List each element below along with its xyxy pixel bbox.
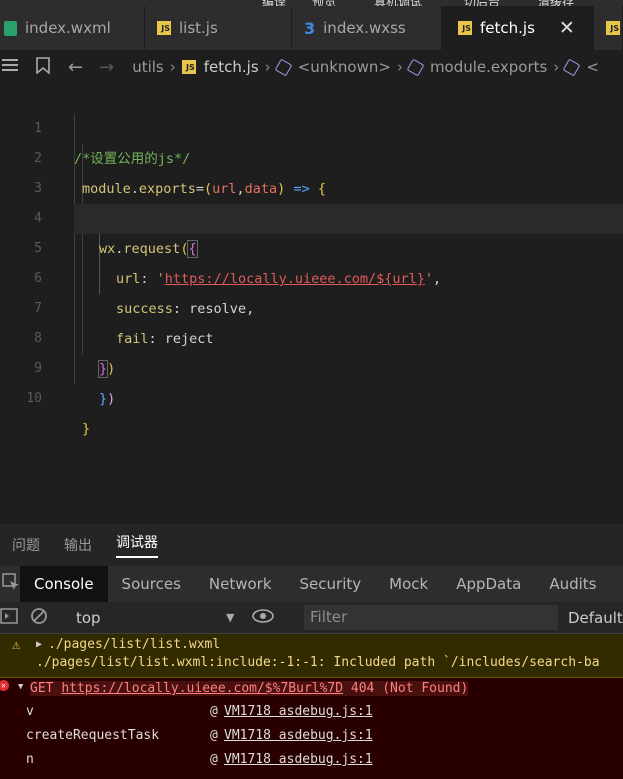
module-cube-icon	[562, 58, 581, 76]
tab-debugger[interactable]: 调试器	[116, 532, 158, 558]
breadcrumb: ← → utils › JS fetch.js › <unknown> › mo…	[0, 50, 623, 84]
filter-input[interactable]: Filter	[304, 605, 558, 630]
devtools-tab-security[interactable]: Security	[286, 566, 376, 602]
chevron-right-icon: ›	[264, 58, 271, 76]
stack-at: @	[210, 752, 218, 767]
editor-tab-bar: index.wxml JS list.js 3 index.wxss JS fe…	[0, 6, 623, 50]
module-cube-icon	[406, 58, 425, 76]
tab-fetch-js[interactable]: JS fetch.js ✕	[442, 6, 594, 50]
expand-arrow-icon[interactable]: ▶	[36, 639, 42, 650]
code-line: 9 })	[0, 324, 623, 407]
eye-icon[interactable]	[252, 608, 294, 627]
devtools-tab-overflow[interactable]: Se	[610, 566, 623, 602]
stack-source-link[interactable]: VM1718 asdebug.js:1	[224, 728, 373, 743]
devtools-tab-console[interactable]: Console	[20, 566, 108, 602]
breadcrumb-next[interactable]: <	[586, 58, 599, 76]
chevron-right-icon: ›	[396, 58, 403, 76]
warning-icon: ⚠	[12, 637, 21, 653]
code-editor[interactable]: 1 /*设置公用的js*/ 2 module.exports=(url,data…	[0, 84, 623, 524]
bookmark-icon[interactable]	[36, 56, 50, 78]
code-line: 1 /*设置公用的js*/	[0, 84, 623, 167]
tab-label: list.js	[179, 19, 218, 37]
inspect-element-icon[interactable]	[0, 573, 20, 595]
stack-source-link[interactable]: VM1718 asdebug.js:1	[224, 752, 373, 767]
error-status: 404 (Not Found)	[350, 681, 469, 696]
console-output: ⚠ ▶ ./pages/list/list.wxml ./pages/list/…	[0, 634, 623, 779]
tab-overflow[interactable]: JS	[594, 6, 623, 50]
console-toolbar: top ▼ Filter Default l	[0, 602, 623, 634]
error-message: GET https://locally.uieee.com/$%7Burl%7D…	[30, 681, 469, 696]
tab-list-js[interactable]: JS list.js	[145, 6, 292, 50]
code-text: }	[82, 421, 91, 437]
code-line: 8 })	[0, 294, 623, 378]
module-cube-icon	[274, 58, 293, 76]
breadcrumb-module-exports[interactable]: module.exports	[430, 58, 547, 76]
console-warning: ⚠ ▶ ./pages/list/list.wxml ./pages/list/…	[0, 634, 623, 678]
close-icon[interactable]: ✕	[559, 17, 575, 39]
code-line-current: 5 url: 'https://locally.uieee.com/${url}…	[34, 204, 623, 287]
back-arrow-icon[interactable]: ←	[68, 57, 83, 78]
error-method: GET	[30, 681, 54, 696]
error-url-link[interactable]: https://locally.uieee.com/$%7Burl%7D	[61, 681, 343, 696]
js-file-icon: JS	[157, 21, 171, 35]
error-icon: ✕	[0, 680, 9, 691]
breadcrumb-fetch-js[interactable]: fetch.js	[204, 58, 259, 76]
js-file-icon: JS	[606, 21, 620, 35]
stack-fn: v	[26, 704, 34, 719]
code-text: })	[99, 391, 116, 407]
code-line: 2 module.exports=(url,data) => {	[0, 114, 623, 197]
css-file-icon: 3	[304, 18, 316, 38]
forward-arrow-icon[interactable]: →	[99, 57, 114, 78]
tab-label: index.wxml	[25, 19, 111, 37]
stack-at: @	[210, 728, 218, 743]
tab-label: fetch.js	[480, 19, 535, 37]
warning-line-1[interactable]: ./pages/list/list.wxml	[48, 637, 220, 652]
line-number: 10	[26, 391, 42, 406]
context-select[interactable]: top	[76, 609, 226, 627]
stack-fn: createRequestTask	[26, 728, 160, 743]
devtools-tab-sources[interactable]: Sources	[108, 566, 195, 602]
menu-icon[interactable]	[2, 58, 18, 76]
line-number: 4	[34, 211, 42, 226]
breadcrumb-unknown[interactable]: <unknown>	[298, 58, 391, 76]
devtools-tab-network[interactable]: Network	[195, 566, 286, 602]
collapse-arrow-icon[interactable]: ▼	[18, 682, 23, 692]
tab-label: index.wxss	[323, 19, 406, 37]
bottom-panel-tabs: 问题 输出 调试器	[0, 524, 623, 566]
devtools-tab-audits[interactable]: Audits	[535, 566, 610, 602]
js-file-icon: JS	[181, 60, 196, 74]
console-error: ✕ ▼ GET https://locally.uieee.com/$%7Bur…	[0, 678, 623, 779]
clear-console-icon[interactable]	[30, 607, 76, 629]
devtools-tab-bar: Console Sources Network Security Mock Ap…	[0, 566, 623, 602]
tab-index-wxml[interactable]: index.wxml	[0, 6, 145, 50]
js-file-icon: JS	[458, 21, 472, 35]
code-line: 4 wx.request({	[0, 174, 623, 258]
devtools-tab-mock[interactable]: Mock	[375, 566, 442, 602]
log-levels-select[interactable]: Default l	[568, 609, 623, 627]
code-line: 3 return new Promise((resolve,reject)=>{	[0, 144, 623, 227]
devtools-tab-appdata[interactable]: AppData	[442, 566, 535, 602]
stack-at: @	[210, 704, 218, 719]
sidebar-toggle-icon[interactable]	[0, 607, 30, 628]
tab-output[interactable]: 输出	[64, 535, 92, 555]
stack-fn: n	[26, 752, 34, 767]
code-line: 10 }	[0, 354, 623, 437]
chevron-right-icon: ›	[169, 58, 176, 76]
wxml-file-icon	[4, 20, 17, 36]
stack-source-link[interactable]: VM1718 asdebug.js:1	[224, 704, 373, 719]
breadcrumb-utils[interactable]: utils	[132, 58, 164, 76]
code-line: 7 fail: reject	[0, 264, 623, 347]
code-line: 6 success: resolve,	[0, 234, 623, 317]
warning-line-2: ./pages/list/list.wxml:include:-1:-1: In…	[36, 655, 600, 670]
tab-index-wxss[interactable]: 3 index.wxss	[292, 6, 442, 50]
chevron-right-icon: ›	[553, 58, 560, 76]
chevron-down-icon[interactable]: ▼	[226, 611, 252, 624]
tab-problems[interactable]: 问题	[12, 535, 40, 555]
